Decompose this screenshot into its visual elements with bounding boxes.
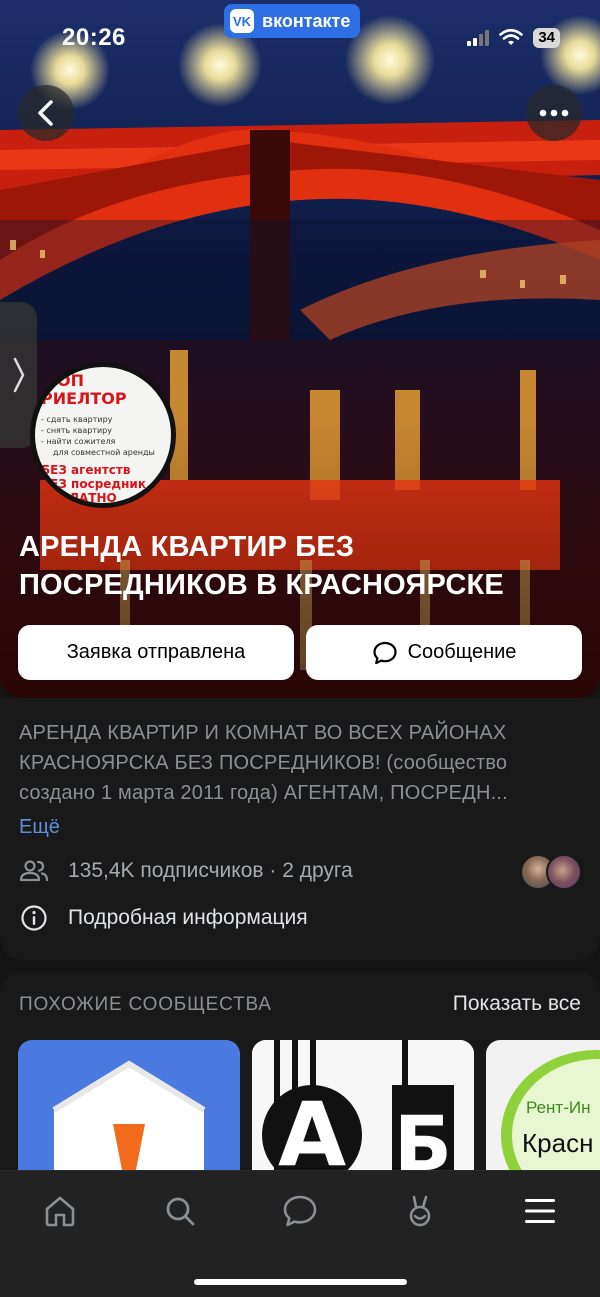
tab-home[interactable] xyxy=(40,1191,80,1231)
vk-app-badge[interactable]: VK вконтакте xyxy=(224,4,361,38)
show-more-link[interactable]: Ещё xyxy=(19,816,60,839)
community-title: АРЕНДА КВАРТИР БЕЗ ПОСРЕДНИКОВ В КРАСНОЯ… xyxy=(19,531,504,601)
similar-community-card[interactable]: Рент-Ин Красн xyxy=(486,1040,600,1190)
more-dots-icon xyxy=(539,109,569,117)
tab-search[interactable] xyxy=(160,1191,200,1231)
avatar-picture: ОП РИЕЛТОР - сдать квартиру - снять квар… xyxy=(35,367,171,503)
message-button[interactable]: Сообщение xyxy=(306,625,582,680)
avatar-text-line: ПЛАТНО xyxy=(59,491,117,503)
search-icon xyxy=(166,1197,195,1226)
signal-icon xyxy=(467,30,490,46)
community-description: АРЕНДА КВАРТИР И КОМНАТ ВО ВСЕХ РАЙОНАХ … xyxy=(19,722,508,804)
status-icons: 34 xyxy=(467,28,560,48)
info-icon xyxy=(19,903,49,933)
home-icon xyxy=(45,1196,75,1227)
show-all-link[interactable]: Показать все xyxy=(453,992,581,1016)
home-indicator[interactable] xyxy=(194,1279,407,1285)
similar-card-line2: Красн xyxy=(522,1128,594,1158)
tab-clips[interactable] xyxy=(400,1191,440,1231)
similar-community-card[interactable]: A Б xyxy=(252,1040,474,1190)
clips-icon xyxy=(409,1195,431,1227)
message-bubble-icon xyxy=(372,641,397,664)
avatar-text-line: - найти сожителя xyxy=(41,437,116,446)
back-button[interactable] xyxy=(18,85,74,141)
similar-community-card[interactable] xyxy=(18,1040,240,1190)
friends-avatars[interactable] xyxy=(520,854,582,890)
details-label: Подробная информация xyxy=(68,906,308,929)
bottom-tab-bar xyxy=(0,1170,600,1297)
subscribers-row[interactable]: 135,4K подписчиков · 2 друга xyxy=(19,856,353,886)
avatar-text-line: - сдать квартиру xyxy=(41,415,113,424)
avatar-text-line: для совместной аренды xyxy=(53,448,155,457)
request-sent-button[interactable]: Заявка отправлена xyxy=(18,625,294,680)
avatar-text-line: - снять квартиру xyxy=(41,426,112,435)
subscribers-count: 135,4K подписчиков · 2 друга xyxy=(68,859,353,882)
message-label: Сообщение xyxy=(407,641,517,663)
friend-avatar xyxy=(546,854,582,890)
an-logo-icon: A Б xyxy=(252,1040,474,1190)
similar-heading: ПОХОЖИЕ СООБЩЕСТВА xyxy=(19,994,272,1015)
request-sent-label: Заявка отправлена xyxy=(66,641,246,663)
chevron-right-icon xyxy=(13,357,24,393)
menu-icon xyxy=(525,1199,555,1223)
users-icon xyxy=(19,856,49,886)
community-avatar[interactable]: ОП РИЕЛТОР - сдать квартиру - снять квар… xyxy=(30,362,176,508)
status-time: 20:26 xyxy=(62,24,126,51)
messages-icon xyxy=(283,1195,317,1227)
vk-logo-icon: VK xyxy=(230,9,254,33)
avatar-text-line: БЕЗ агентств xyxy=(41,463,131,477)
tab-menu[interactable] xyxy=(520,1191,560,1231)
similar-card-line1: Рент-Ин xyxy=(526,1098,591,1117)
avatar-text-line: ОП xyxy=(57,371,84,390)
more-options-button[interactable] xyxy=(526,85,582,141)
vk-app-name: вконтакте xyxy=(262,10,351,31)
battery-level: 34 xyxy=(533,28,560,48)
details-row[interactable]: Подробная информация xyxy=(19,903,308,933)
community-info-card: АРЕНДА КВАРТИР И КОМНАТ ВО ВСЕХ РАЙОНАХ … xyxy=(0,698,600,960)
chevron-left-icon xyxy=(38,100,53,126)
avatar-text-line: РИЕЛТОР xyxy=(41,389,127,408)
tab-messages[interactable] xyxy=(280,1191,320,1231)
avatar-text-line: БЕЗ посредник xyxy=(41,477,146,491)
house-logo-icon xyxy=(52,1060,206,1190)
wifi-icon xyxy=(499,29,524,45)
